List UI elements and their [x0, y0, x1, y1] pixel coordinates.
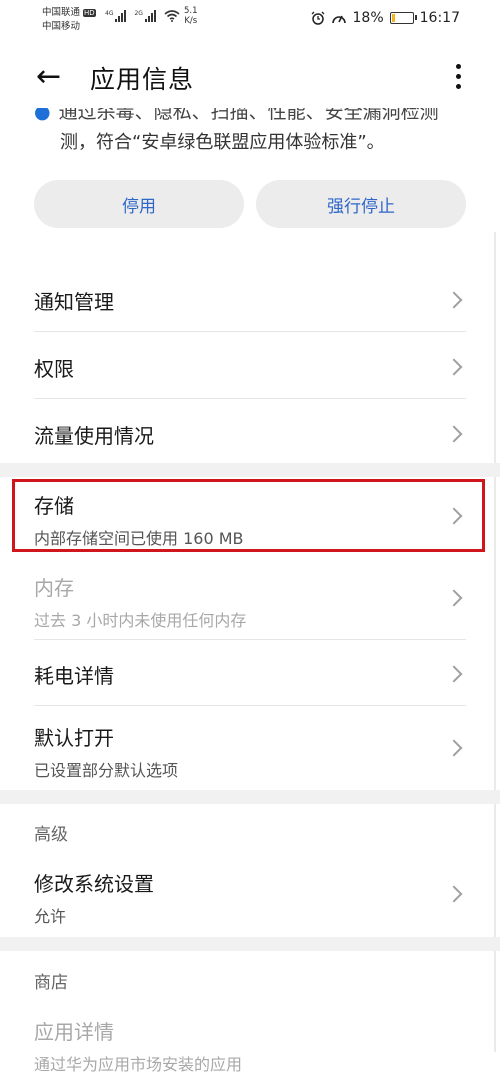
section-gap: [0, 937, 500, 951]
app-bar: ← 应用信息: [0, 40, 500, 114]
status-right: 18% 16:17: [311, 10, 460, 26]
list-item-open-by-default[interactable]: 默认打开 已设置部分默认选项: [34, 722, 466, 781]
clock: 16:17: [419, 10, 460, 26]
divider: [34, 639, 466, 640]
list-item-memory[interactable]: 内存 过去 3 小时内未使用任何内存: [34, 572, 466, 631]
highlight-box: [12, 479, 485, 552]
description-line-1: ● 通过杀毒、隐私、扫描、性能、安全漏洞检测: [34, 108, 474, 130]
more-options-icon[interactable]: [456, 64, 462, 94]
speedometer-icon: [331, 15, 346, 24]
net-speed: 5.1 K/s: [184, 6, 198, 26]
section-title-advanced: 高级: [34, 825, 68, 845]
list-item-notifications[interactable]: 通知管理: [34, 286, 466, 315]
section-title-store: 商店: [34, 973, 68, 993]
battery-percent: 18%: [352, 10, 384, 26]
bullet-icon: ●: [34, 108, 51, 123]
page-title: 应用信息: [90, 65, 195, 94]
list-item-permissions[interactable]: 权限: [34, 353, 466, 382]
carrier-2: 中国移动: [42, 21, 81, 32]
signal-icon: 4G: [105, 10, 127, 22]
battery-icon: [389, 12, 417, 24]
section-gap: [0, 790, 500, 804]
divider: [34, 705, 466, 706]
alarm-icon: [311, 11, 324, 25]
wifi-icon: [164, 10, 180, 22]
carrier-info: 中国联通 HD 中国移动: [42, 6, 96, 33]
divider: [34, 398, 466, 399]
disable-button[interactable]: 停用: [34, 180, 244, 228]
list-item-data-usage[interactable]: 流量使用情况: [34, 420, 466, 449]
list-item-modify-system-settings[interactable]: 修改系统设置 允许: [34, 868, 466, 927]
list-item-app-details[interactable]: 应用详情 通过华为应用市场安装的应用: [34, 1016, 466, 1075]
back-arrow-icon[interactable]: ←: [36, 62, 61, 92]
carrier-1: 中国联通: [42, 7, 81, 18]
scrollbar[interactable]: [494, 232, 496, 1052]
section-gap: [0, 463, 500, 477]
force-stop-button[interactable]: 强行停止: [256, 180, 466, 228]
signal-icons: 4G 2G: [105, 10, 180, 22]
status-bar: 中国联通 HD 中国移动 4G 2G 5.1 K/s 18% 16:17: [0, 0, 500, 40]
list-item-battery-usage[interactable]: 耗电详情: [34, 660, 466, 689]
hd-badge: HD: [83, 9, 96, 17]
signal-icon: 2G: [134, 10, 156, 22]
description-line-2: 测，符合“安卓绿色联盟应用体验标准”。: [60, 132, 385, 153]
divider: [34, 331, 466, 332]
